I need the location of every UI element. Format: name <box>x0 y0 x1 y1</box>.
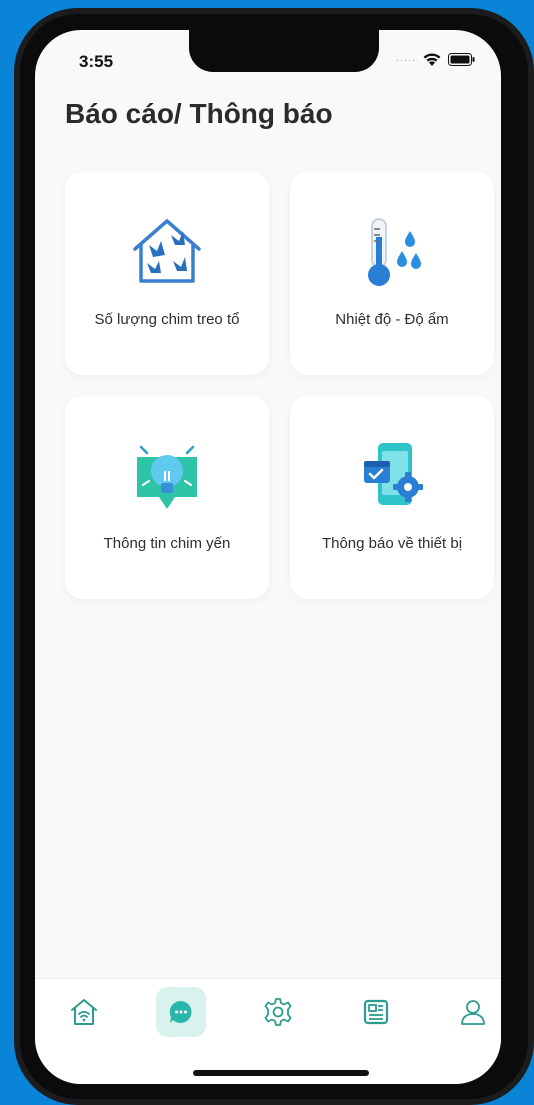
bird-house-icon <box>133 219 201 283</box>
card-swiftlet-info[interactable]: Thông tin chim yến <box>65 395 269 599</box>
card-temperature-humidity[interactable]: Nhiệt độ - Độ ẩm <box>290 171 494 375</box>
thermometer-humidity-icon <box>368 218 421 286</box>
battery-icon <box>448 53 475 66</box>
wifi-icon <box>423 53 441 66</box>
card-bird-count[interactable]: Số lượng chim treo tổ <box>65 171 269 375</box>
card-label: Số lượng chim treo tổ <box>94 311 240 328</box>
card-device-notifications[interactable]: Thông báo về thiết bị <box>290 395 494 599</box>
notch <box>189 30 379 72</box>
gear-icon <box>264 998 292 1026</box>
chat-icon <box>169 1000 192 1023</box>
user-icon <box>461 1000 485 1025</box>
home-wifi-icon <box>71 999 97 1025</box>
card-label: Thông báo về thiết bị <box>321 535 463 552</box>
status-icons: ····· <box>396 52 475 67</box>
tab-messages[interactable] <box>156 987 206 1037</box>
device-settings-icon <box>364 443 423 505</box>
news-icon <box>363 999 389 1025</box>
tab-bar <box>35 978 501 1084</box>
tab-news[interactable] <box>351 987 401 1037</box>
page-title: Báo cáo/ Thông báo <box>65 98 333 129</box>
home-indicator <box>193 1070 369 1076</box>
tab-settings[interactable] <box>253 987 303 1037</box>
tab-home[interactable] <box>59 987 109 1037</box>
tab-profile[interactable] <box>448 987 498 1037</box>
card-label: Nhiệt độ - Độ ẩm <box>335 311 449 328</box>
card-label: Thông tin chim yến <box>103 535 231 552</box>
app-screen: 3:55 ····· Báo cáo/ Thông báo Số lượng c… <box>35 30 501 1084</box>
signal-icon: ····· <box>396 54 416 65</box>
status-time: 3:55 <box>79 52 114 71</box>
lightbulb-info-icon <box>137 445 197 509</box>
